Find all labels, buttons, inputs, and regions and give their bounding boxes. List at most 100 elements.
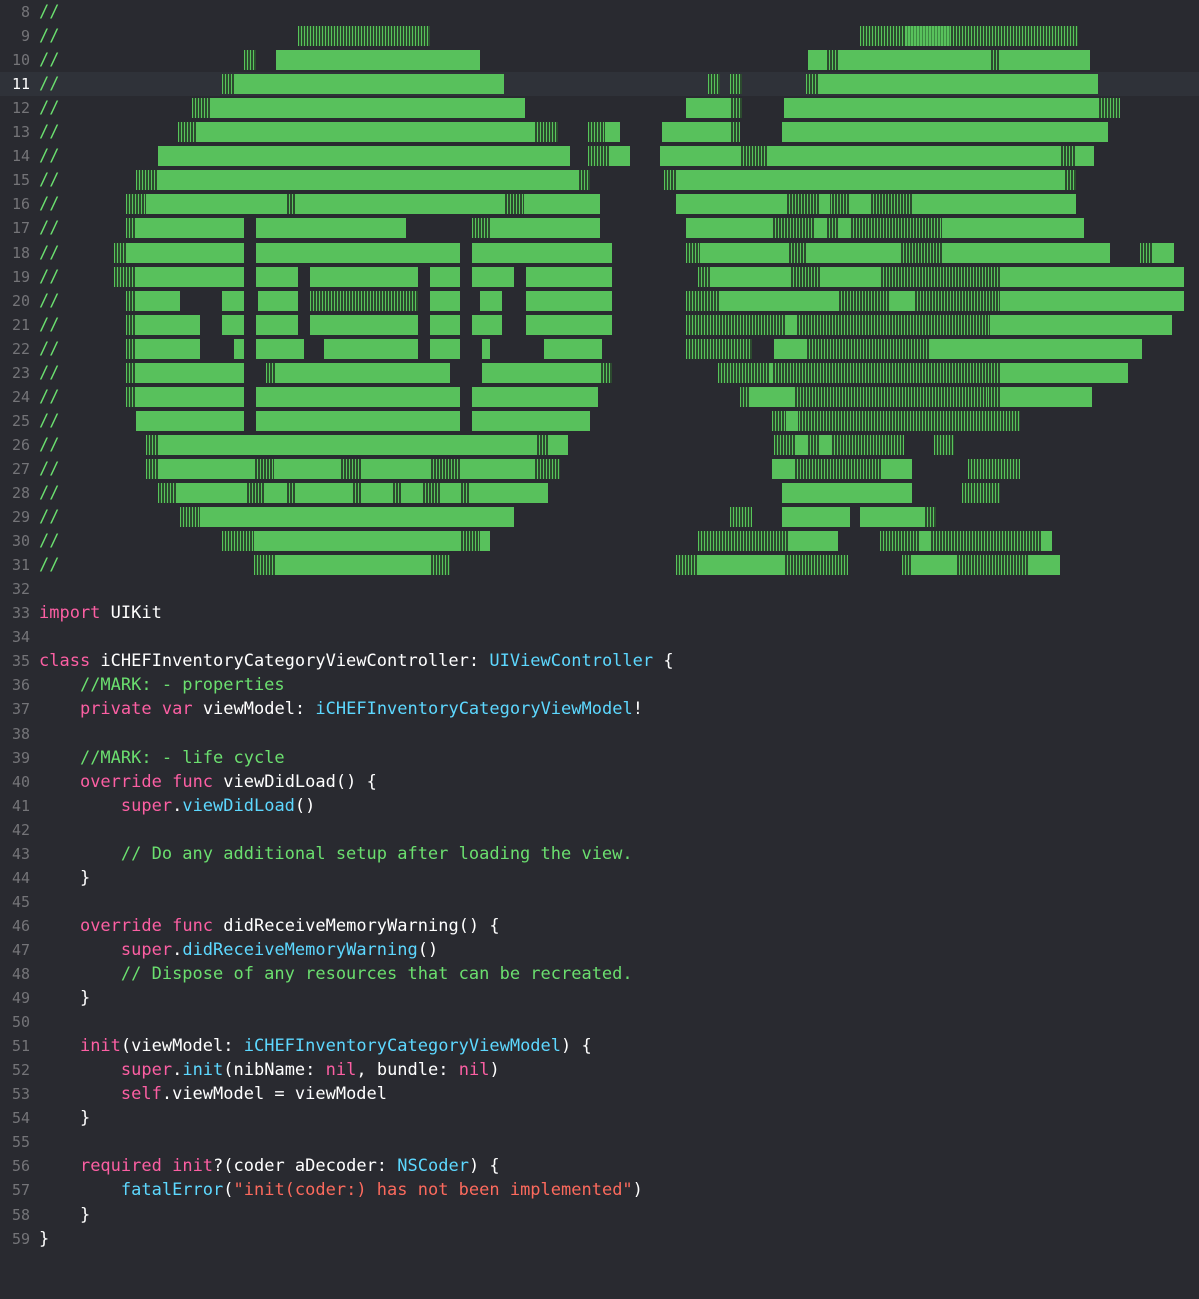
code-line[interactable]: 16 //	[0, 192, 1199, 216]
code-line[interactable]: 53 self.viewModel = viewModel	[0, 1082, 1199, 1106]
code-line[interactable]: 46 override func didReceiveMemoryWarning…	[0, 914, 1199, 938]
code-line[interactable]: 58 }	[0, 1203, 1199, 1227]
code-line[interactable]: 21 //	[0, 313, 1199, 337]
code-line[interactable]: 25 //	[0, 409, 1199, 433]
code-token: // Do any additional setup after loading…	[120, 843, 633, 864]
code-line[interactable]: 41 super.viewDidLoad()	[0, 794, 1199, 818]
line-code: //	[39, 216, 59, 240]
code-line[interactable]: 56 required init?(coder aDecoder: NSCode…	[0, 1154, 1199, 1178]
code-line[interactable]: 27 //	[0, 457, 1199, 481]
code-line[interactable]: 33 import UIKit	[0, 601, 1199, 625]
code-token: ) {	[468, 1156, 500, 1177]
line-number: 12	[11, 99, 30, 118]
code-line[interactable]: 57 fatalError("init(coder:) has not been…	[0, 1178, 1199, 1202]
code-line[interactable]: 24 //	[0, 385, 1199, 409]
line-number: 43	[11, 844, 30, 863]
line-number: 52	[11, 1061, 30, 1080]
line-number: 36	[11, 676, 30, 695]
code-token: ()	[294, 795, 316, 816]
code-token: //	[39, 218, 60, 239]
code-token: //	[39, 338, 60, 359]
code-editor[interactable]: 8//9//10//11//12//13//14//15//16//17//18…	[0, 0, 1199, 1299]
code-token: iCHEFInventoryCategoryViewModel	[243, 1036, 562, 1057]
code-line[interactable]: 9 //	[0, 24, 1199, 48]
code-line[interactable]: 52 super.init(nibName: nil, bundle: nil)	[0, 1058, 1199, 1082]
code-token: .	[172, 795, 183, 816]
code-line[interactable]: 36 //MARK: - properties	[0, 673, 1199, 697]
code-line[interactable]: 23 //	[0, 361, 1199, 385]
line-number: 10	[11, 51, 30, 70]
line-code: super.init(nibName: nil, bundle: nil)	[39, 1058, 500, 1082]
line-code: //	[39, 72, 59, 96]
code-line[interactable]: 8 //	[0, 0, 1199, 24]
code-token: didReceiveMemoryWarning() {	[213, 915, 500, 936]
code-token: //	[39, 266, 60, 287]
line-number: 33	[11, 604, 30, 623]
code-line[interactable]: 45	[0, 890, 1199, 914]
code-line[interactable]: 39 //MARK: - life cycle	[0, 746, 1199, 770]
code-token: //	[39, 2, 60, 22]
code-line[interactable]: 50	[0, 1010, 1199, 1034]
code-token: init	[79, 1036, 121, 1057]
code-line[interactable]: 19 //	[0, 265, 1199, 289]
line-code: fatalError("init(coder:) has not been im…	[39, 1178, 643, 1202]
code-line[interactable]: 28 //	[0, 481, 1199, 505]
code-line[interactable]: 35 class iCHEFInventoryCategoryViewContro…	[0, 649, 1199, 673]
code-line[interactable]: 44 }	[0, 866, 1199, 890]
code-line[interactable]: 30 //	[0, 529, 1199, 553]
code-line[interactable]: 10 //	[0, 48, 1199, 72]
code-token: .viewModel = viewModel	[161, 1084, 388, 1105]
code-line[interactable]: 12 //	[0, 96, 1199, 120]
code-line[interactable]: 40 override func viewDidLoad() {	[0, 770, 1199, 794]
code-line[interactable]: 37 private var viewModel: iCHEFInventory…	[0, 697, 1199, 721]
line-code: //	[39, 385, 59, 409]
code-line[interactable]: 11 //	[0, 72, 1199, 97]
code-line[interactable]: 29 //	[0, 505, 1199, 529]
line-number: 51	[11, 1037, 30, 1056]
code-token: }	[39, 1204, 91, 1225]
code-token: //	[39, 146, 60, 167]
code-token: self	[120, 1084, 162, 1105]
line-code: //	[39, 313, 59, 337]
code-line[interactable]: 15 //	[0, 168, 1199, 192]
code-line[interactable]: 22 //	[0, 337, 1199, 361]
code-line[interactable]: 18 //	[0, 241, 1199, 265]
code-token: .	[172, 939, 183, 960]
code-line[interactable]: 47 super.didReceiveMemoryWarning()	[0, 938, 1199, 962]
line-number: 11	[11, 75, 30, 94]
code-token: //	[39, 314, 60, 335]
code-line[interactable]: 31 //	[0, 553, 1199, 577]
code-token: //	[39, 507, 60, 528]
code-line[interactable]: 59}	[0, 1227, 1199, 1251]
code-line[interactable]: 13 //	[0, 120, 1199, 144]
line-number: 26	[11, 435, 30, 454]
code-line[interactable]: 38	[0, 722, 1199, 746]
code-line[interactable]: 17 //	[0, 216, 1199, 240]
line-number: 34	[11, 628, 30, 647]
line-number: 54	[11, 1109, 30, 1128]
code-line[interactable]: 14 //	[0, 144, 1199, 168]
code-token: super	[120, 1060, 173, 1081]
code-line[interactable]: 32	[0, 577, 1199, 601]
code-line[interactable]: 20 //	[0, 289, 1199, 313]
code-line[interactable]: 48 // Dispose of any resources that can …	[0, 962, 1199, 986]
line-number: 21	[11, 315, 30, 334]
code-token: override	[79, 915, 162, 936]
code-line[interactable]: 43 // Do any additional setup after load…	[0, 842, 1199, 866]
code-line[interactable]: 55	[0, 1130, 1199, 1154]
code-line[interactable]: 34	[0, 625, 1199, 649]
code-line[interactable]: 26 //	[0, 433, 1199, 457]
line-number: 16	[11, 195, 30, 214]
code-line[interactable]: 49 }	[0, 986, 1199, 1010]
code-line[interactable]: 42	[0, 818, 1199, 842]
code-line[interactable]: 54 }	[0, 1106, 1199, 1130]
code-line[interactable]: 51 init(viewModel: iCHEFInventoryCategor…	[0, 1034, 1199, 1058]
code-token: //	[39, 555, 60, 576]
line-code: class iCHEFInventoryCategoryViewControll…	[39, 649, 674, 673]
